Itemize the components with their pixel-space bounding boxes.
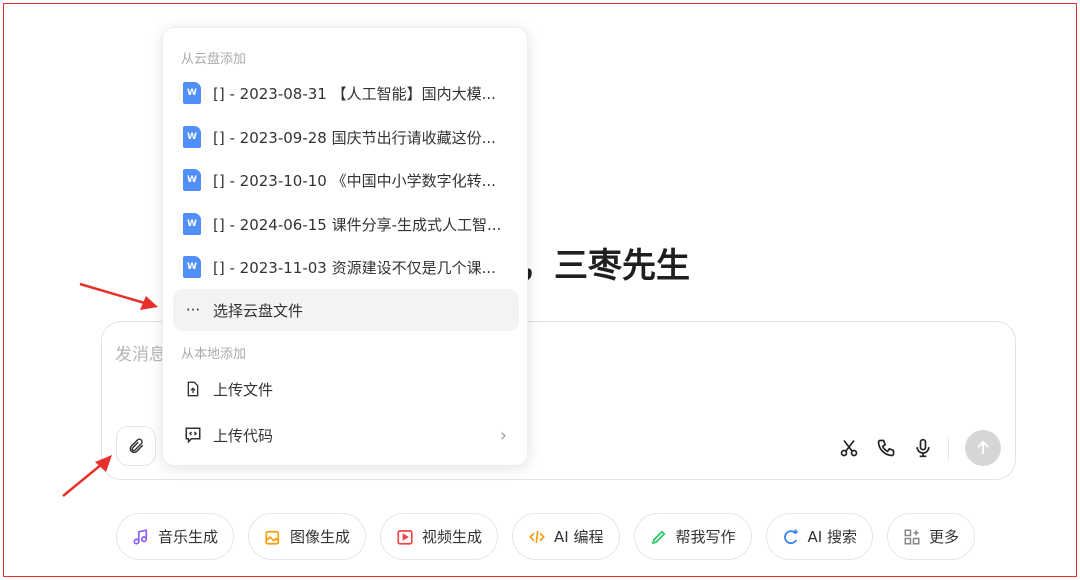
arrow-up-icon [974, 439, 992, 457]
chip-ai-coding[interactable]: AI 编程 [512, 513, 619, 560]
scissors-icon [839, 438, 859, 458]
music-icon [132, 528, 150, 546]
chip-label: 视频生成 [422, 526, 482, 547]
local-section-label: 从本地添加 [181, 343, 246, 362]
cloud-file-item[interactable]: W [] - 2023-11-03 资源建设不仅是几个课... [173, 246, 519, 288]
word-file-icon: W [183, 256, 201, 278]
toolbar-divider [948, 438, 949, 460]
word-file-icon: W [183, 169, 201, 191]
chip-writing[interactable]: 帮我写作 [634, 513, 752, 560]
item-label: 上传代码 [213, 425, 273, 446]
quick-action-bar: 音乐生成 图像生成 视频生成 AI 编程 帮我写作 AI 搜索 更多 [116, 513, 975, 560]
chip-ai-search[interactable]: AI 搜索 [766, 513, 873, 560]
chip-label: 图像生成 [290, 526, 350, 547]
chip-label: 音乐生成 [158, 526, 218, 547]
item-label: 选择云盘文件 [213, 300, 303, 321]
cloud-file-item[interactable]: W [] - 2023-09-28 国庆节出行请收藏这份... [173, 116, 519, 158]
pen-icon [650, 528, 668, 546]
word-file-icon: W [183, 126, 201, 148]
microphone-icon [913, 437, 933, 459]
chip-video[interactable]: 视频生成 [380, 513, 498, 560]
microphone-button[interactable] [912, 436, 934, 460]
chip-label: 帮我写作 [676, 526, 736, 547]
paperclip-icon [127, 437, 145, 455]
grid-icon [903, 528, 921, 546]
message-input-placeholder[interactable]: 发消息 [115, 340, 166, 365]
image-icon [264, 528, 282, 546]
phone-button[interactable] [875, 436, 897, 460]
code-chat-icon [183, 426, 203, 444]
scissors-button[interactable] [838, 436, 860, 460]
chip-label: AI 编程 [554, 526, 603, 547]
file-name: [] - 2024-06-15 课件分享-生成式人工智... [213, 214, 501, 235]
upload-file-item[interactable]: 上传文件 [173, 368, 519, 410]
word-file-icon: W [183, 213, 201, 235]
cloud-file-item[interactable]: W [] - 2024-06-15 课件分享-生成式人工智... [173, 203, 519, 245]
search-icon [782, 528, 800, 546]
cloud-section-label: 从云盘添加 [181, 48, 246, 67]
chevron-right-icon: › [500, 425, 507, 446]
phone-icon [876, 438, 896, 458]
chip-image[interactable]: 图像生成 [248, 513, 366, 560]
attach-dropdown-menu: 从云盘添加 W [] - 2023-08-31 【人工智能】国内大模... W []… [162, 27, 528, 466]
chip-label: 更多 [929, 526, 959, 547]
cloud-file-item[interactable]: W [] - 2023-08-31 【人工智能】国内大模... [173, 72, 519, 114]
file-name: [] - 2023-10-10 《中国中小学数字化转... [213, 170, 496, 191]
cloud-file-item[interactable]: W [] - 2023-10-10 《中国中小学数字化转... [173, 159, 519, 201]
annotation-arrow-icon [78, 280, 163, 310]
upload-code-item[interactable]: 上传代码 › [173, 414, 519, 456]
file-name: [] - 2023-11-03 资源建设不仅是几个课... [213, 257, 496, 278]
send-button[interactable] [965, 430, 1001, 466]
file-name: [] - 2023-08-31 【人工智能】国内大模... [213, 83, 496, 104]
chip-more[interactable]: 更多 [887, 513, 975, 560]
word-file-icon: W [183, 82, 201, 104]
file-name: [] - 2023-09-28 国庆节出行请收藏这份... [213, 127, 496, 148]
video-icon [396, 528, 414, 546]
annotation-arrow-icon [60, 450, 115, 500]
choose-cloud-file-item[interactable]: ··· 选择云盘文件 [173, 289, 519, 331]
code-icon [528, 528, 546, 546]
file-upload-icon [183, 380, 203, 398]
more-dots-icon: ··· [183, 301, 203, 319]
chip-label: AI 搜索 [808, 526, 857, 547]
item-label: 上传文件 [213, 379, 273, 400]
attach-button[interactable] [116, 426, 156, 466]
chip-music[interactable]: 音乐生成 [116, 513, 234, 560]
greeting-title: ，三枣先生 [520, 238, 690, 287]
